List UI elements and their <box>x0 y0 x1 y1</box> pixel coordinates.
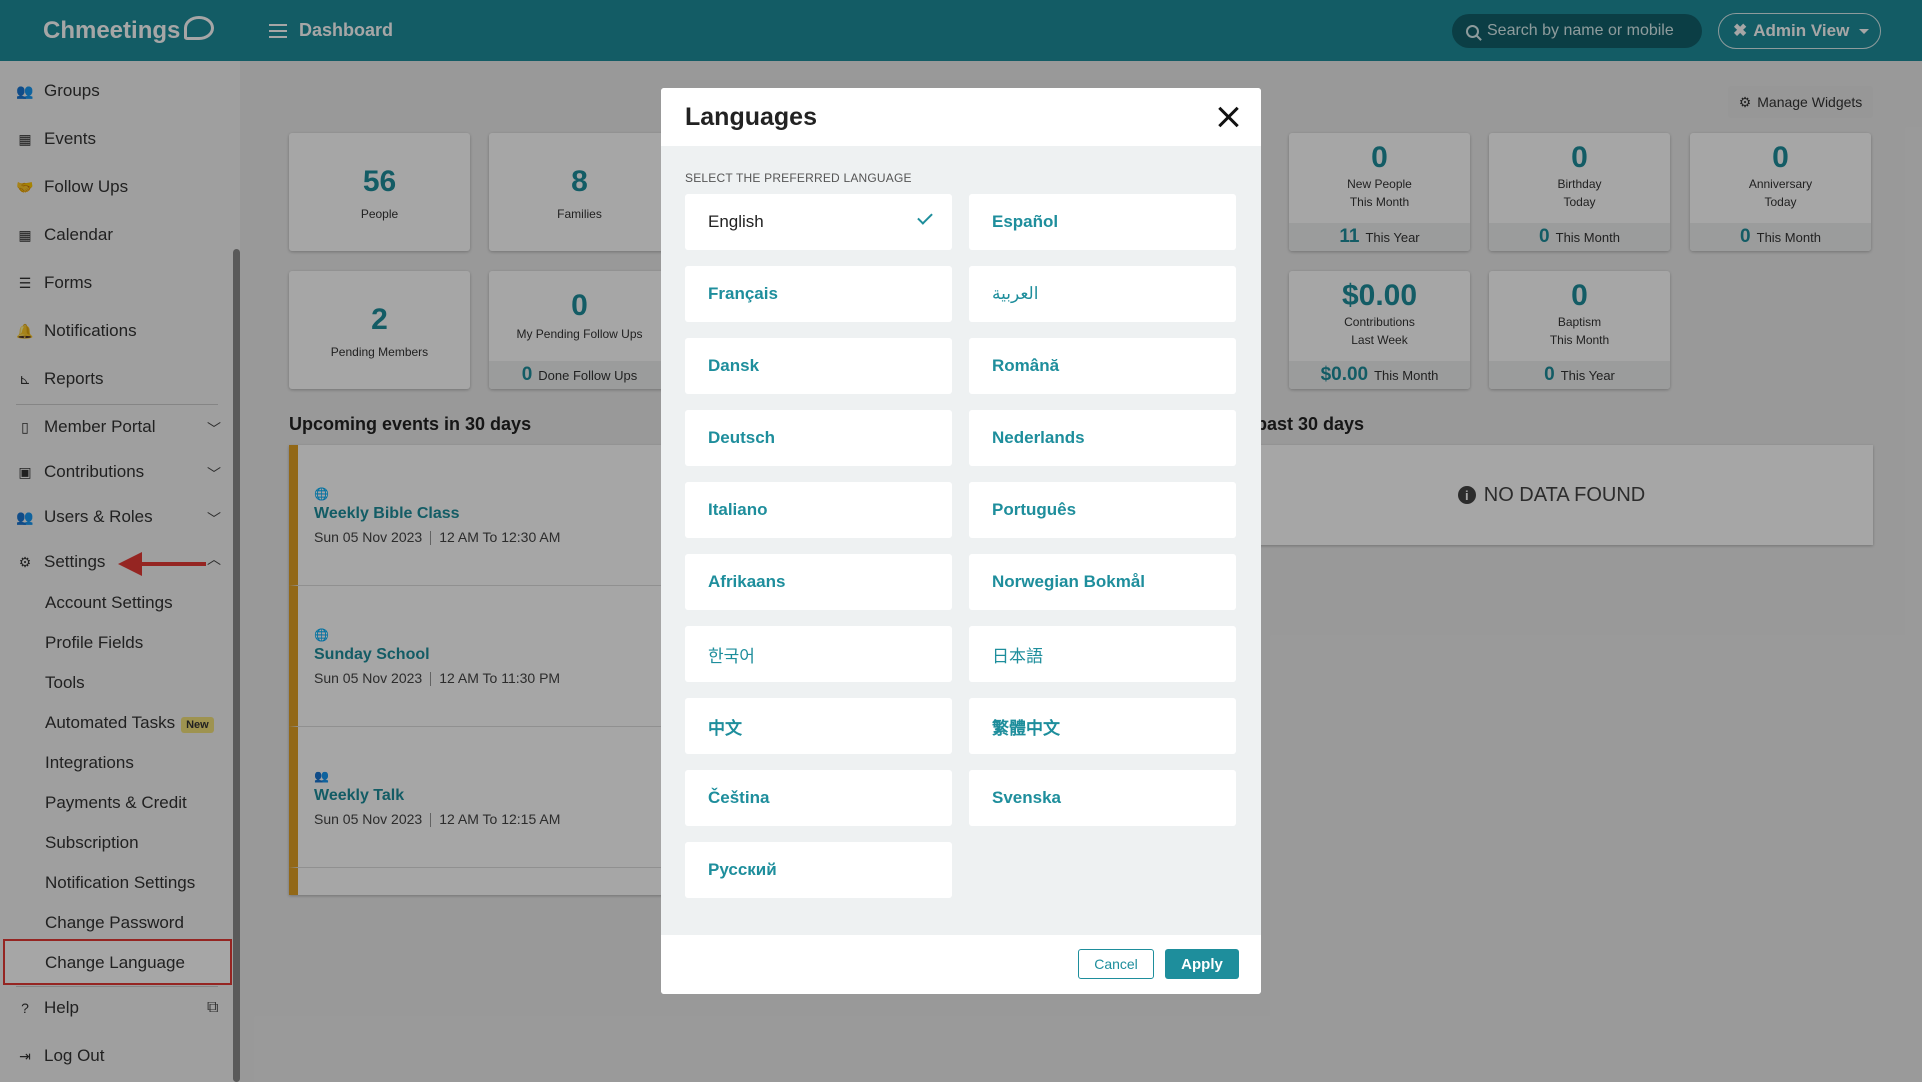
language-option-italiano[interactable]: Italiano <box>685 482 952 538</box>
language-label: Norwegian Bokmål <box>992 572 1146 591</box>
close-icon[interactable] <box>1217 106 1239 128</box>
language-label: Română <box>992 356 1060 375</box>
language-label: Français <box>708 284 778 303</box>
language-label: Deutsch <box>708 428 776 447</box>
language-option-romana[interactable]: Română <box>969 338 1236 394</box>
language-label: العربية <box>992 284 1039 303</box>
language-option-russian[interactable]: Русский <box>685 842 952 898</box>
language-option-english[interactable]: English <box>685 194 952 250</box>
modal-header: Languages <box>661 88 1261 146</box>
language-option-francais[interactable]: Français <box>685 266 952 322</box>
language-option-afrikaans[interactable]: Afrikaans <box>685 554 952 610</box>
language-label: 日本語 <box>992 646 1043 666</box>
language-label: Čeština <box>708 788 770 807</box>
language-option-arabic[interactable]: العربية <box>969 266 1236 322</box>
language-label: Dansk <box>708 356 760 375</box>
language-option-portugues[interactable]: Português <box>969 482 1236 538</box>
language-label: Русский <box>708 860 777 879</box>
language-option-chinese-traditional[interactable]: 繁體中文 <box>969 698 1236 754</box>
language-option-deutsch[interactable]: Deutsch <box>685 410 952 466</box>
language-label: 한국어 <box>708 646 755 666</box>
language-option-chinese-simplified[interactable]: 中文 <box>685 698 952 754</box>
language-label: Português <box>992 500 1077 519</box>
language-label: English <box>708 212 764 231</box>
language-label: 繁體中文 <box>992 718 1060 738</box>
language-option-korean[interactable]: 한국어 <box>685 626 952 682</box>
language-option-cestina[interactable]: Čeština <box>685 770 952 826</box>
language-label: Español <box>992 212 1059 231</box>
cancel-button[interactable]: Cancel <box>1078 949 1154 979</box>
language-option-espanol[interactable]: Español <box>969 194 1236 250</box>
language-label: Afrikaans <box>708 572 786 591</box>
language-label: Nederlands <box>992 428 1085 447</box>
languages-modal: Languages SELECT THE PREFERRED LANGUAGE … <box>661 88 1261 994</box>
apply-button[interactable]: Apply <box>1165 949 1239 979</box>
check-icon <box>917 209 933 225</box>
modal-title: Languages <box>685 102 817 131</box>
language-option-norwegian[interactable]: Norwegian Bokmål <box>969 554 1236 610</box>
language-option-svenska[interactable]: Svenska <box>969 770 1236 826</box>
modal-footer: Cancel Apply <box>661 935 1261 994</box>
language-label: Italiano <box>708 500 768 519</box>
language-label: Svenska <box>992 788 1061 807</box>
language-option-nederlands[interactable]: Nederlands <box>969 410 1236 466</box>
language-label: 中文 <box>708 718 742 738</box>
language-option-dansk[interactable]: Dansk <box>685 338 952 394</box>
language-option-japanese[interactable]: 日本語 <box>969 626 1236 682</box>
modal-subtitle: SELECT THE PREFERRED LANGUAGE <box>685 171 912 185</box>
